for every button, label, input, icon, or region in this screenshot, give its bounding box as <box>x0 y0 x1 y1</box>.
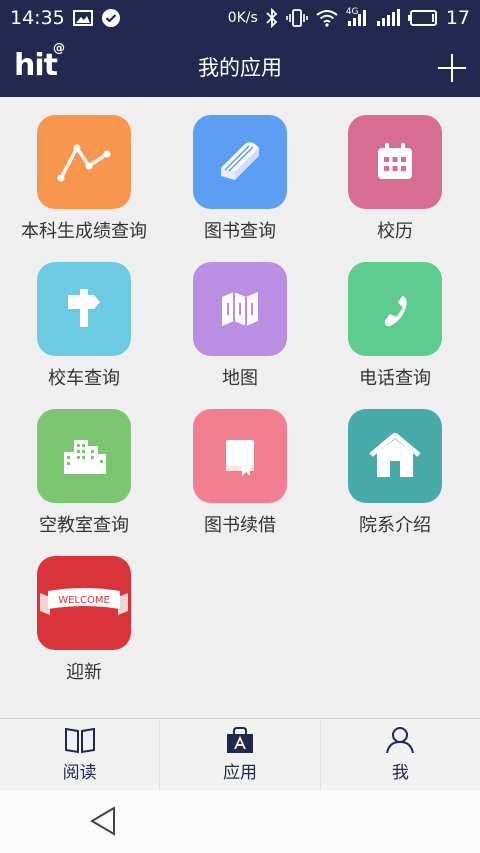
phone-icon <box>384 295 407 327</box>
add-app-button[interactable] <box>438 54 466 82</box>
check-circle-icon <box>101 8 121 28</box>
app-label: 院系介绍 <box>359 515 431 536</box>
nav-item-apps[interactable]: 应用 <box>159 719 319 790</box>
nav-label: 阅读 <box>62 763 97 783</box>
nav-item-read[interactable]: 阅读 <box>0 719 159 790</box>
app-icon-bg: WELCOME <box>37 556 131 650</box>
back-button[interactable] <box>88 805 120 837</box>
wifi-icon <box>316 9 338 27</box>
app-label: 图书续借 <box>204 515 276 536</box>
bottom-nav: 阅读 应用 我 <box>0 718 480 790</box>
app-icon-bg <box>348 409 442 503</box>
app-icon-bg <box>37 409 131 503</box>
app-icon-bg <box>37 262 131 356</box>
app-tile-welcome[interactable]: WELCOME 迎新 <box>9 538 159 683</box>
app-tile-empty-classroom[interactable]: 空教室查询 <box>9 391 159 536</box>
book-icon <box>221 142 259 180</box>
app-icon-bg <box>348 262 442 356</box>
person-icon <box>386 727 415 754</box>
status-left: 14:35 <box>10 7 121 29</box>
system-nav <box>0 790 480 853</box>
app-icon-bg <box>37 115 131 209</box>
map-icon <box>222 292 258 326</box>
buildings-icon <box>64 440 106 474</box>
app-bag-icon <box>226 727 253 753</box>
vibrate-icon <box>286 9 308 27</box>
app-label: 电话查询 <box>359 368 431 389</box>
app-label: 本科生成绩查询 <box>21 221 147 242</box>
battery-level: 17 <box>445 7 470 29</box>
welcome-banner-icon: WELCOME <box>40 588 128 615</box>
app-tile-grade-query[interactable]: 本科生成绩查询 <box>9 97 159 242</box>
calendar-icon <box>378 143 412 179</box>
app-tile-department-intro[interactable]: 院系介绍 <box>320 391 470 536</box>
status-time: 14:35 <box>10 7 65 29</box>
battery-icon <box>407 9 438 27</box>
app-tile-school-calendar[interactable]: 校历 <box>320 97 470 242</box>
back-triangle-icon <box>90 806 115 836</box>
bluetooth-icon <box>266 8 278 28</box>
signpost-icon <box>68 289 100 327</box>
app-tile-phone-query[interactable]: 电话查询 <box>320 244 470 389</box>
app-tile-book-search[interactable]: 图书查询 <box>165 97 315 242</box>
status-bar: 14:35 0K/s 4G 17 <box>0 0 480 36</box>
app-bar: hit@ 我的应用 <box>0 36 480 97</box>
app-tile-book-renewal[interactable]: 图书续借 <box>165 391 315 536</box>
app-label: 迎新 <box>66 662 102 683</box>
network-type: 4G <box>345 7 359 17</box>
nav-item-me[interactable]: 我 <box>319 719 480 790</box>
line-chart-icon <box>57 144 111 182</box>
app-label: 校车查询 <box>48 368 120 389</box>
app-icon-bg <box>193 409 287 503</box>
bookmark-book-icon <box>226 440 254 476</box>
page-title: 我的应用 <box>198 56 282 80</box>
app-label: 校历 <box>377 221 413 242</box>
network-speed: 0K/s <box>227 10 258 26</box>
app-icon-bg <box>193 115 287 209</box>
open-book-icon <box>64 727 95 754</box>
nav-label: 我 <box>391 763 409 783</box>
app-label: 地图 <box>222 368 258 389</box>
app-tile-bus-query[interactable]: 校车查询 <box>9 244 159 389</box>
signal-icon <box>376 9 400 27</box>
app-icon-bg <box>348 115 442 209</box>
app-label: 空教室查询 <box>39 515 129 536</box>
welcome-banner-text: WELCOME <box>58 595 110 606</box>
nav-label: 应用 <box>222 763 257 783</box>
app-grid: 本科生成绩查询 图书查询 校历 校车查询 地图 电话查询 空教室查询 图书续借 … <box>0 97 480 717</box>
app-tile-map[interactable]: 地图 <box>165 244 315 389</box>
signal-4g-icon: 4G <box>345 7 368 27</box>
app-icon-bg <box>193 262 287 356</box>
image-icon <box>72 10 93 26</box>
app-label: 图书查询 <box>204 221 276 242</box>
house-icon <box>369 433 421 477</box>
status-right: 0K/s 4G 17 <box>228 7 470 29</box>
